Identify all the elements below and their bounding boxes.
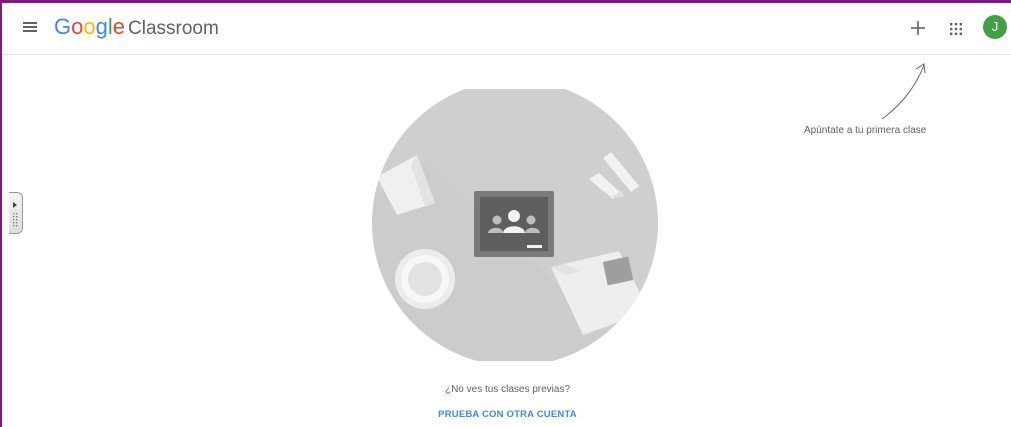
- app-window: Google Classroom J Apúntate a tu primera…: [0, 0, 1011, 427]
- google-apps-button[interactable]: [946, 19, 966, 39]
- empty-desk-illustration: [372, 89, 658, 361]
- side-panel-handle[interactable]: [9, 192, 23, 234]
- plus-icon: [911, 21, 925, 35]
- switch-account-container: PRUEBA CON OTRA CUENTA: [2, 404, 1011, 422]
- expand-arrow-icon: [13, 202, 18, 227]
- logo-letter: G: [54, 14, 72, 39]
- top-app-bar: Google Classroom J: [2, 3, 1011, 55]
- logo-letter: g: [95, 14, 108, 39]
- switch-account-link[interactable]: PRUEBA CON OTRA CUENTA: [438, 409, 577, 420]
- google-classroom-logo[interactable]: Google Classroom: [54, 13, 219, 43]
- empty-state-message: ¿No ves tus clases previas?: [444, 384, 571, 395]
- account-avatar[interactable]: J: [983, 15, 1007, 39]
- logo-letter: o: [71, 14, 84, 39]
- logo-letter: o: [83, 14, 96, 39]
- hint-arrow-icon: [881, 63, 926, 120]
- add-class-button[interactable]: [907, 17, 929, 39]
- first-class-hint: Apúntate a tu primera clase: [804, 125, 927, 136]
- product-name: Classroom: [128, 18, 219, 39]
- apps-grid-icon: [950, 23, 962, 35]
- hamburger-menu-icon[interactable]: [23, 20, 41, 34]
- logo-letter: e: [112, 14, 126, 39]
